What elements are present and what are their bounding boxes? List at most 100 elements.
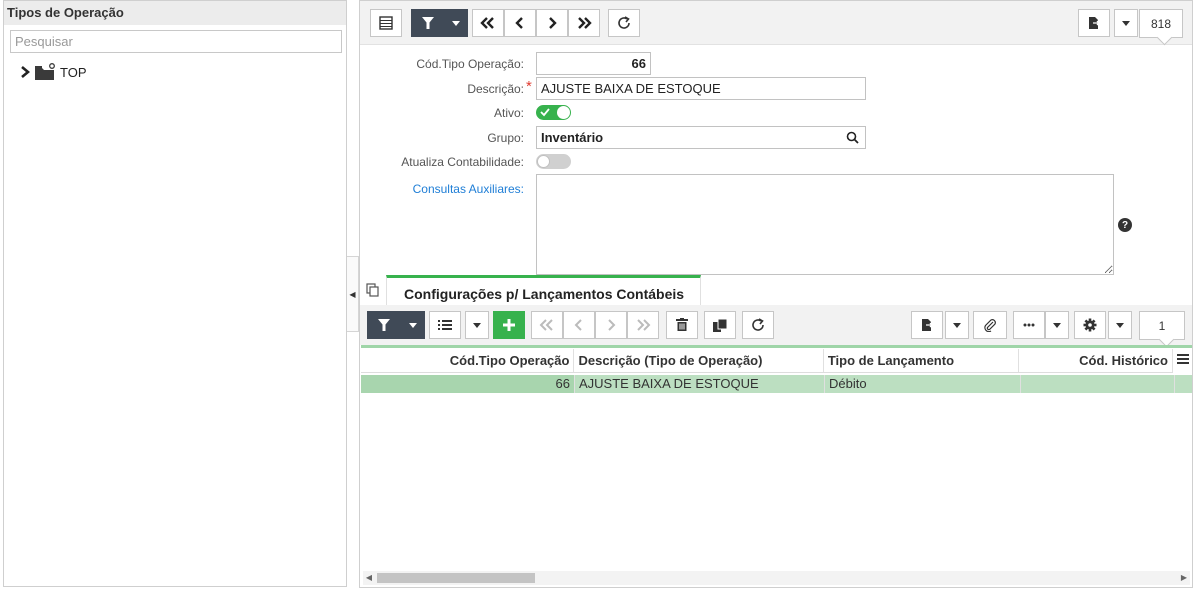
caret-down-icon <box>473 322 481 328</box>
chevron-right-icon[interactable] <box>20 66 30 78</box>
data-grid: Cód.Tipo Operação Descrição (Tipo de Ope… <box>361 345 1192 587</box>
attach-button[interactable] <box>973 311 1007 339</box>
top-toolbar: 818 <box>360 1 1192 45</box>
caret-down-icon <box>408 322 417 328</box>
table-row[interactable]: 66 AJUSTE BAIXA DE ESTOQUE Débito <box>361 375 1192 393</box>
copy-icon[interactable] <box>366 283 380 297</box>
tree-search-input[interactable] <box>10 30 342 53</box>
cell-tipo-lancamento[interactable]: Débito <box>825 375 1021 393</box>
caret-down-icon <box>452 20 460 26</box>
table-icon <box>379 16 393 30</box>
duplicate-button[interactable] <box>704 311 736 339</box>
delete-button[interactable] <box>666 311 698 339</box>
ativo-label: Ativo: <box>493 106 524 120</box>
grid-last-button[interactable] <box>627 311 659 339</box>
grid-previous-button[interactable] <box>563 311 595 339</box>
ativo-toggle[interactable] <box>536 105 571 120</box>
contab-toggle[interactable] <box>536 154 571 169</box>
settings-button[interactable] <box>1074 311 1106 339</box>
first-record-button[interactable] <box>472 9 504 37</box>
double-chevron-left-icon <box>539 319 553 331</box>
detail-panel: 818 Cód.Tipo Operação: 66 Descrição: * A… <box>359 0 1193 588</box>
refresh-button[interactable] <box>608 9 640 37</box>
double-chevron-right-icon <box>637 319 651 331</box>
help-icon[interactable]: ? <box>1118 218 1132 232</box>
duplicate-icon <box>713 318 727 332</box>
cell-cod-tipo[interactable]: 66 <box>361 375 575 393</box>
cod-tipo-label: Cód.Tipo Operação: <box>416 57 524 71</box>
scrollbar-thumb[interactable] <box>377 573 535 583</box>
export-dropdown-button[interactable] <box>1114 9 1138 37</box>
consultas-textarea[interactable] <box>536 174 1114 275</box>
folder-icon <box>34 63 56 81</box>
tab-configuracoes[interactable]: Configurações p/ Lançamentos Contábeis <box>386 275 701 306</box>
double-chevron-left-icon <box>480 17 494 29</box>
grid-toolbar: 1 <box>360 305 1192 345</box>
caret-down-icon <box>1116 322 1124 328</box>
export-file-icon <box>922 319 933 331</box>
next-record-button[interactable] <box>536 9 568 37</box>
grid-list-dropdown-button[interactable] <box>465 311 489 339</box>
descricao-field[interactable]: AJUSTE BAIXA DE ESTOQUE <box>536 77 866 100</box>
caret-down-icon <box>1122 20 1130 26</box>
more-actions-dropdown-button[interactable] <box>1045 311 1069 339</box>
tree-node-top[interactable]: TOP <box>20 61 87 83</box>
cell-descricao[interactable]: AJUSTE BAIXA DE ESTOQUE <box>575 375 825 393</box>
tree-panel: Tipos de Operação TOP <box>3 0 347 587</box>
add-record-button[interactable] <box>493 311 525 339</box>
grid-list-button[interactable] <box>429 311 461 339</box>
column-header-descricao[interactable]: Descrição (Tipo de Operação) <box>574 349 824 372</box>
export-button[interactable] <box>1078 9 1110 37</box>
double-chevron-right-icon <box>578 17 592 29</box>
grupo-field[interactable]: Inventário <box>536 126 866 149</box>
gear-icon <box>1083 318 1097 332</box>
horizontal-scrollbar[interactable]: ◀ ▶ <box>363 571 1190 585</box>
tree-node-label: TOP <box>60 64 87 80</box>
column-header-tipo-lancamento[interactable]: Tipo de Lançamento <box>824 349 1020 372</box>
grid-next-button[interactable] <box>595 311 627 339</box>
filter-button[interactable] <box>411 9 444 37</box>
list-icon <box>438 320 452 330</box>
chevron-right-icon <box>549 17 557 29</box>
column-menu-icon[interactable] <box>1177 353 1189 364</box>
plus-icon <box>503 319 515 331</box>
contab-label: Atualiza Contabilidade: <box>401 155 524 169</box>
filter-dropdown-button[interactable] <box>444 9 468 37</box>
grid-header: Cód.Tipo Operação Descrição (Tipo de Ope… <box>361 349 1173 373</box>
settings-dropdown-button[interactable] <box>1108 311 1132 339</box>
consultas-label[interactable]: Consultas Auxiliares: <box>334 182 524 196</box>
column-header-cod-historico[interactable]: Cód. Histórico <box>1019 349 1173 372</box>
required-asterisk: * <box>526 78 532 95</box>
grid-refresh-button[interactable] <box>742 311 774 339</box>
grid-filter-button[interactable] <box>367 311 400 339</box>
grupo-value: Inventário <box>541 130 604 145</box>
previous-record-button[interactable] <box>504 9 536 37</box>
cell-cod-historico[interactable] <box>1021 375 1175 393</box>
refresh-icon <box>618 16 630 29</box>
more-actions-button[interactable] <box>1013 311 1045 339</box>
chevron-left-icon <box>574 319 582 331</box>
tree-panel-title: Tipos de Operação <box>4 1 346 25</box>
grid-export-dropdown-button[interactable] <box>945 311 969 339</box>
filter-icon <box>377 319 390 331</box>
chevron-left-icon <box>515 17 523 29</box>
export-file-icon <box>1089 17 1100 29</box>
grid-first-button[interactable] <box>531 311 563 339</box>
grid-view-button[interactable] <box>370 9 402 37</box>
scroll-right-arrow[interactable]: ▶ <box>1178 571 1190 585</box>
paperclip-icon <box>984 319 996 332</box>
grupo-label: Grupo: <box>487 131 524 145</box>
grid-export-button[interactable] <box>911 311 943 339</box>
caret-down-icon <box>1053 322 1061 328</box>
caret-down-icon <box>953 322 961 328</box>
check-icon <box>540 108 550 117</box>
grid-filter-dropdown-button[interactable] <box>400 311 425 339</box>
grid-record-count-badge: 1 <box>1139 311 1185 340</box>
scroll-left-arrow[interactable]: ◀ <box>363 571 375 585</box>
column-header-cod-tipo[interactable]: Cód.Tipo Operação <box>361 349 575 372</box>
panel-collapse-handle[interactable]: ◀ <box>347 256 359 332</box>
cod-tipo-field[interactable]: 66 <box>536 52 651 75</box>
descricao-label: Descrição: <box>467 82 524 96</box>
ellipsis-icon <box>1023 323 1035 327</box>
last-record-button[interactable] <box>568 9 600 37</box>
